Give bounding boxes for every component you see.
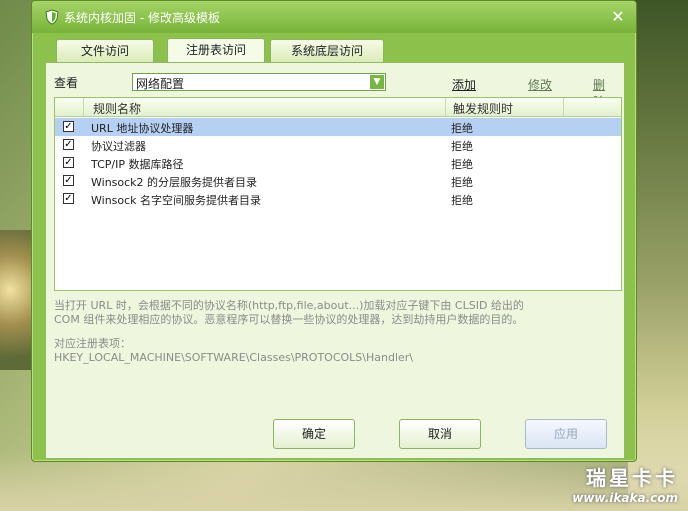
view-select-value: 网络配置 bbox=[136, 77, 185, 91]
apply-button[interactable]: 应用 bbox=[525, 419, 607, 449]
table-row[interactable]: ✓ Winsock2 的分层服务提供者目录 拒绝 bbox=[55, 172, 621, 190]
column-separator bbox=[563, 98, 564, 116]
tab-system-low-level-access[interactable]: 系统底层访问 bbox=[270, 39, 384, 62]
tab-file-access[interactable]: 文件访问 bbox=[56, 39, 154, 62]
chevron-down-icon[interactable]: ▼ bbox=[370, 75, 384, 89]
watermark-url: www.ikaka.com bbox=[572, 491, 678, 505]
rule-name-cell: URL 地址协议处理器 bbox=[91, 122, 194, 135]
window-title: 系统内核加固 - 修改高级模板 bbox=[64, 11, 220, 25]
rule-name-cell: 协议过滤器 bbox=[91, 140, 146, 153]
view-select[interactable]: 网络配置 ▼ bbox=[132, 73, 386, 91]
tab-registry-access[interactable]: 注册表访问 bbox=[167, 38, 265, 63]
ok-button[interactable]: 确定 bbox=[273, 419, 355, 449]
dialog-window: 系统内核加固 - 修改高级模板 ✕ 文件访问 注册表访问 系统底层访问 查看 网… bbox=[31, 0, 637, 462]
add-link[interactable]: 添加 bbox=[452, 76, 476, 93]
tab-panel: 查看 网络配置 ▼ 添加 修改 删除 规则名称 触发规则时 ✓ bbox=[45, 62, 625, 459]
shield-icon bbox=[45, 9, 59, 25]
watermark-brand: 瑞星卡卡 bbox=[586, 466, 678, 490]
title-bar[interactable]: 系统内核加固 - 修改高级模板 ✕ bbox=[32, 1, 636, 33]
description-line-2: COM 组件来处理相应的协议。恶意程序可以替换一些协议的处理器，达到劫持用户数据… bbox=[54, 313, 524, 326]
view-row: 查看 网络配置 ▼ 添加 修改 删除 bbox=[54, 73, 614, 109]
table-header: 规则名称 触发规则时 bbox=[55, 98, 621, 117]
column-header-rule-name[interactable]: 规则名称 bbox=[93, 100, 141, 117]
edit-link[interactable]: 修改 bbox=[528, 76, 552, 93]
panel-content: 查看 网络配置 ▼ 添加 修改 删除 规则名称 触发规则时 ✓ bbox=[46, 63, 624, 458]
rule-name-cell: Winsock 名字空间服务提供者目录 bbox=[91, 194, 262, 207]
row-checkbox[interactable]: ✓ bbox=[63, 175, 74, 186]
cancel-button[interactable]: 取消 bbox=[399, 419, 481, 449]
rule-action-cell: 拒绝 bbox=[451, 158, 473, 171]
row-checkbox[interactable]: ✓ bbox=[63, 121, 74, 132]
background-art-right bbox=[628, 0, 688, 511]
column-header-trigger-action[interactable]: 触发规则时 bbox=[453, 100, 513, 117]
rule-name-cell: TCP/IP 数据库路径 bbox=[91, 158, 184, 171]
rule-action-cell: 拒绝 bbox=[451, 122, 473, 135]
table-row[interactable]: ✓ TCP/IP 数据库路径 拒绝 bbox=[55, 154, 621, 172]
rule-name-cell: Winsock2 的分层服务提供者目录 bbox=[91, 176, 258, 189]
row-checkbox[interactable]: ✓ bbox=[63, 157, 74, 168]
description-line-1: 当打开 URL 时，会根据不同的协议名称(http,ftp,file,about… bbox=[54, 299, 524, 312]
rule-action-cell: 拒绝 bbox=[451, 176, 473, 189]
rule-action-cell: 拒绝 bbox=[451, 140, 473, 153]
table-row[interactable]: ✓ Winsock 名字空间服务提供者目录 拒绝 bbox=[55, 190, 621, 208]
rules-table: 规则名称 触发规则时 ✓ URL 地址协议处理器 拒绝 ✓ 协议过滤器 拒绝 ✓… bbox=[54, 97, 622, 291]
row-checkbox[interactable]: ✓ bbox=[63, 139, 74, 150]
rule-action-cell: 拒绝 bbox=[451, 194, 473, 207]
column-separator bbox=[445, 98, 446, 116]
watermark: 瑞星卡卡 www.ikaka.com bbox=[572, 462, 678, 505]
view-label: 查看 bbox=[54, 76, 79, 90]
table-row[interactable]: ✓ 协议过滤器 拒绝 bbox=[55, 136, 621, 154]
column-separator bbox=[83, 98, 84, 116]
table-row[interactable]: ✓ URL 地址协议处理器 拒绝 bbox=[55, 118, 621, 136]
close-icon[interactable]: ✕ bbox=[610, 9, 626, 25]
rule-description: 当打开 URL 时，会根据不同的协议名称(http,ftp,file,about… bbox=[54, 299, 614, 369]
registry-path: HKEY_LOCAL_MACHINE\SOFTWARE\Classes\PROT… bbox=[54, 351, 414, 364]
row-checkbox[interactable]: ✓ bbox=[63, 193, 74, 204]
registry-label: 对应注册表项： bbox=[54, 337, 131, 350]
